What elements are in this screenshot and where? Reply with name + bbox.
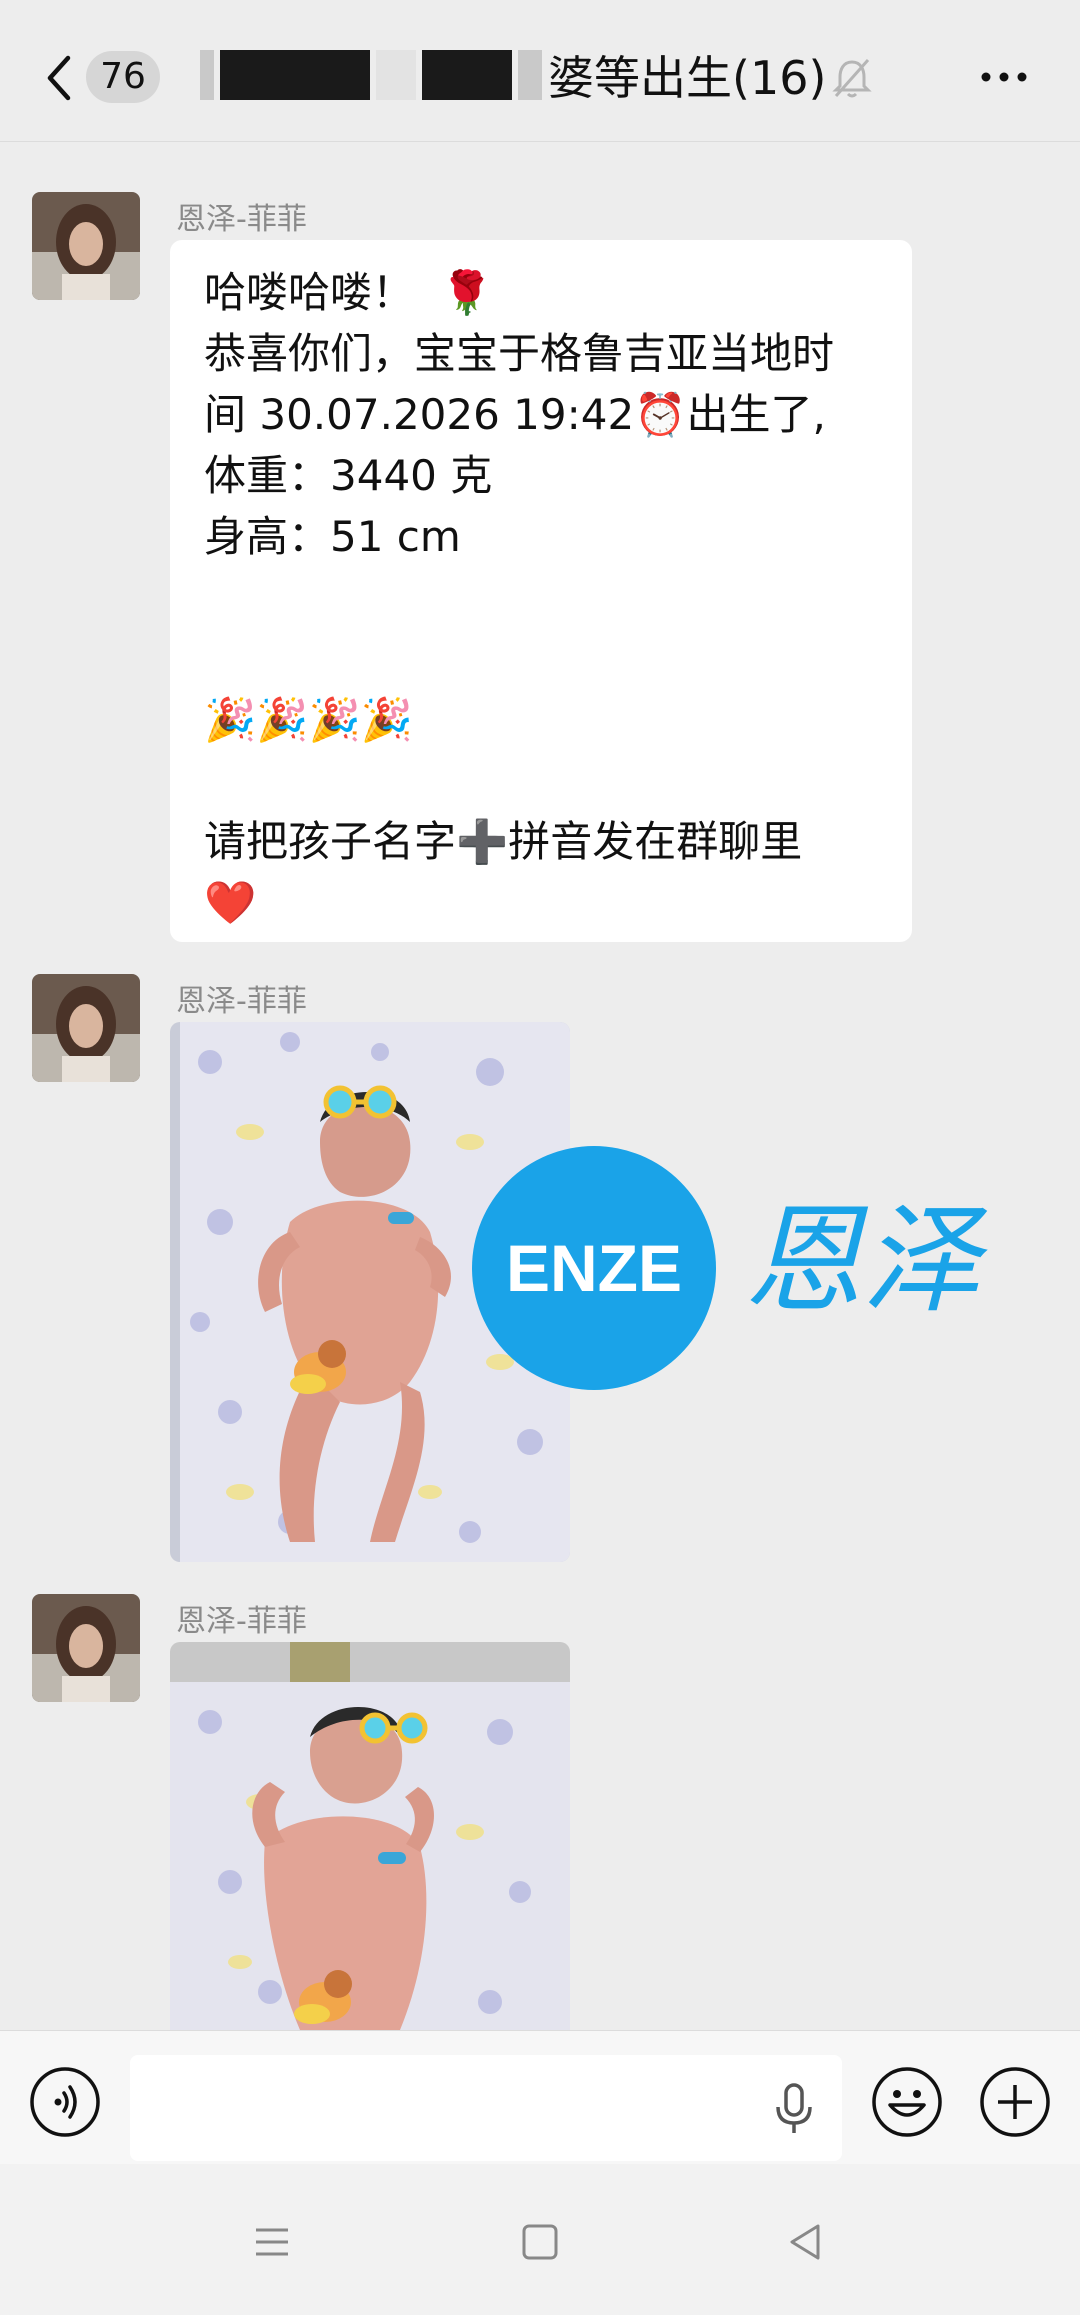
message-line: [204, 750, 882, 811]
avatar[interactable]: [32, 974, 140, 1082]
redacted-title-part: [422, 50, 512, 100]
message-line: ❤️: [204, 878, 257, 927]
message-bubble[interactable]: 哈喽哈喽！ 🌹 恭喜你们，宝宝于格鲁吉亚当地时 间 30.07.2026 19:…: [170, 240, 912, 942]
message-line: 恭喜你们，宝宝于格鲁吉亚当地时: [204, 329, 835, 378]
redacted-title-part: [518, 50, 542, 100]
emoji-icon[interactable]: [870, 2065, 944, 2139]
more-dots-icon[interactable]: [978, 62, 1030, 92]
message-line: 哈喽哈喽！ 🌹: [204, 268, 493, 317]
watermark-badge-text: ENZE: [506, 1231, 682, 1305]
sender-name: 恩泽-菲菲: [176, 984, 307, 1019]
message-line: 身高：51 cm: [204, 512, 461, 561]
avatar[interactable]: [32, 1594, 140, 1702]
microphone-icon[interactable]: [770, 2081, 818, 2137]
sender-name: 恩泽-菲菲: [176, 1604, 307, 1639]
chat-title-text: 婆等出生(16): [548, 51, 827, 105]
redacted-title-part: [220, 50, 370, 100]
message-line: 请把孩子名字➕拼音发在群聊里: [204, 817, 803, 866]
redacted-title-part: [200, 50, 214, 100]
system-navigation-bar: [0, 2164, 1080, 2315]
menu-icon[interactable]: [250, 2220, 294, 2264]
redacted-title-part: [376, 50, 416, 100]
watermark-chinese-text: 恩泽: [744, 1191, 988, 1329]
unread-count-badge[interactable]: 76: [86, 51, 160, 103]
bell-off-icon: [832, 56, 872, 100]
message-line: 🎉🎉🎉🎉: [204, 695, 414, 744]
enze-watermark-logo: ENZE 恩泽: [470, 1143, 1010, 1393]
message-input-bar: [0, 2030, 1080, 2164]
message-line: 体重：3440 克: [204, 451, 493, 500]
avatar[interactable]: [32, 192, 140, 300]
plus-icon[interactable]: [978, 2065, 1052, 2139]
message-line: [204, 628, 882, 689]
baby-photo[interactable]: [170, 1642, 570, 2030]
home-square-icon[interactable]: [518, 2220, 562, 2264]
chat-header: 76 婆等出生(16): [0, 0, 1080, 142]
voice-input-icon[interactable]: [28, 2065, 102, 2139]
back-triangle-icon[interactable]: [784, 2220, 828, 2264]
chat-title: 婆等出生(16): [200, 40, 826, 110]
message-line: [204, 567, 882, 628]
message-text-field[interactable]: [130, 2055, 842, 2161]
sender-name: 恩泽-菲菲: [176, 202, 307, 237]
message-line: 间 30.07.2026 19:42⏰出生了,: [204, 390, 826, 439]
back-chevron-icon[interactable]: [40, 50, 80, 106]
